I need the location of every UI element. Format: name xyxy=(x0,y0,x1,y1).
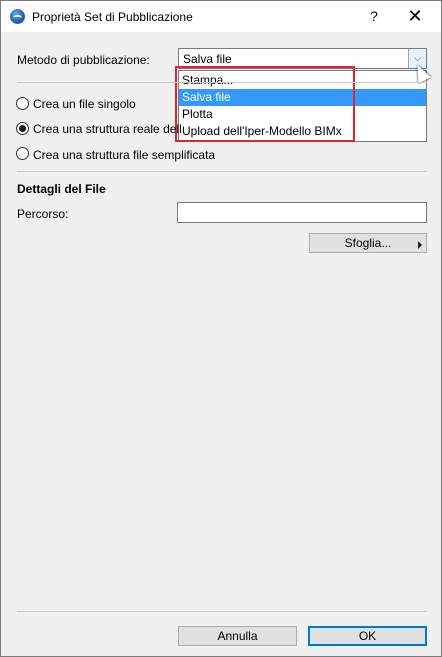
dropdown-option-plotta[interactable]: Plotta xyxy=(179,106,426,123)
method-select-value: Salva file xyxy=(183,52,232,66)
radio-simplified-structure-label: Crea una struttura file semplificata xyxy=(33,148,216,162)
radio-real-structure[interactable] xyxy=(16,122,29,135)
method-dropdown-list: Stampa... Salva file Plotta Upload dell'… xyxy=(178,70,427,142)
browse-button[interactable]: Sfoglia... xyxy=(309,233,427,253)
method-select[interactable]: Salva file ⌵ xyxy=(178,48,427,69)
radio-simplified-structure[interactable] xyxy=(16,147,29,160)
cancel-button[interactable]: Annulla xyxy=(178,626,297,646)
dropdown-option-stampa[interactable]: Stampa... xyxy=(179,72,426,89)
radio-single-file[interactable] xyxy=(16,97,29,110)
title-bar: Proprietà Set di Pubblicazione ? ✕ xyxy=(1,1,441,32)
triangle-right-icon xyxy=(418,241,422,249)
file-details-heading: Dettagli del File xyxy=(17,182,106,196)
path-label: Percorso: xyxy=(17,207,69,221)
archicad-app-icon xyxy=(10,9,25,24)
radio-single-file-label: Crea un file singolo xyxy=(33,97,136,111)
dropdown-option-upload-bimx[interactable]: Upload dell'Iper-Modello BIMx xyxy=(179,123,426,140)
window-title: Proprietà Set di Pubblicazione xyxy=(32,10,193,24)
radio-real-structure-label: Crea una struttura reale dell xyxy=(33,122,182,136)
method-label: Metodo di pubblicazione: xyxy=(17,53,150,67)
close-button[interactable]: ✕ xyxy=(397,5,433,27)
path-input[interactable] xyxy=(177,202,427,223)
separator-top xyxy=(17,82,427,83)
publishing-set-properties-dialog: Proprietà Set di Pubblicazione ? ✕ Metod… xyxy=(0,0,442,657)
help-button[interactable]: ? xyxy=(359,5,389,27)
separator-bottom xyxy=(17,611,427,612)
ok-button[interactable]: OK xyxy=(308,626,427,646)
dropdown-option-salva-file[interactable]: Salva file xyxy=(179,89,426,106)
separator-middle xyxy=(17,171,427,172)
browse-button-label: Sfoglia... xyxy=(344,236,392,250)
